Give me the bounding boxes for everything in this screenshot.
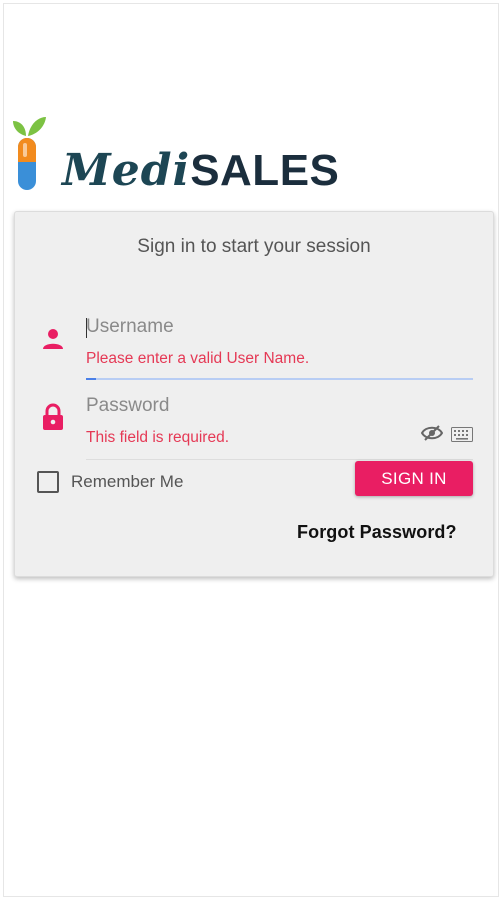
logo-medi: Medi [62, 145, 191, 196]
remember-me-row[interactable]: Remember Me [37, 468, 183, 496]
pill-leaf-icon [13, 117, 46, 190]
password-error: This field is required. [86, 429, 230, 446]
username-field-group: Please enter a valid User Name. [86, 314, 473, 380]
password-field-group: This field is required. [86, 393, 473, 460]
username-error: Please enter a valid User Name. [86, 350, 310, 367]
login-title: Sign in to start your session [137, 236, 371, 257]
text-caret [86, 318, 87, 338]
username-underline [86, 378, 473, 380]
password-input[interactable] [86, 393, 473, 419]
login-card: Sign in to start your session Please ent… [14, 211, 494, 577]
keyboard-icon[interactable] [451, 427, 473, 442]
person-icon [43, 329, 63, 349]
username-input[interactable] [86, 314, 473, 340]
logo-sales: SALES [190, 146, 340, 195]
remember-me-label[interactable]: Remember Me [71, 472, 183, 492]
logo-text: MediSALES [62, 148, 339, 194]
eye-off-icon[interactable] [421, 425, 443, 441]
medisales-logo: MediSALES [12, 114, 339, 196]
forgot-password-link[interactable]: Forgot Password? [297, 522, 457, 543]
lock-icon [43, 403, 63, 430]
password-underline [86, 459, 473, 460]
remember-me-checkbox[interactable] [37, 471, 59, 493]
sign-in-button[interactable]: SIGN IN [355, 461, 473, 496]
